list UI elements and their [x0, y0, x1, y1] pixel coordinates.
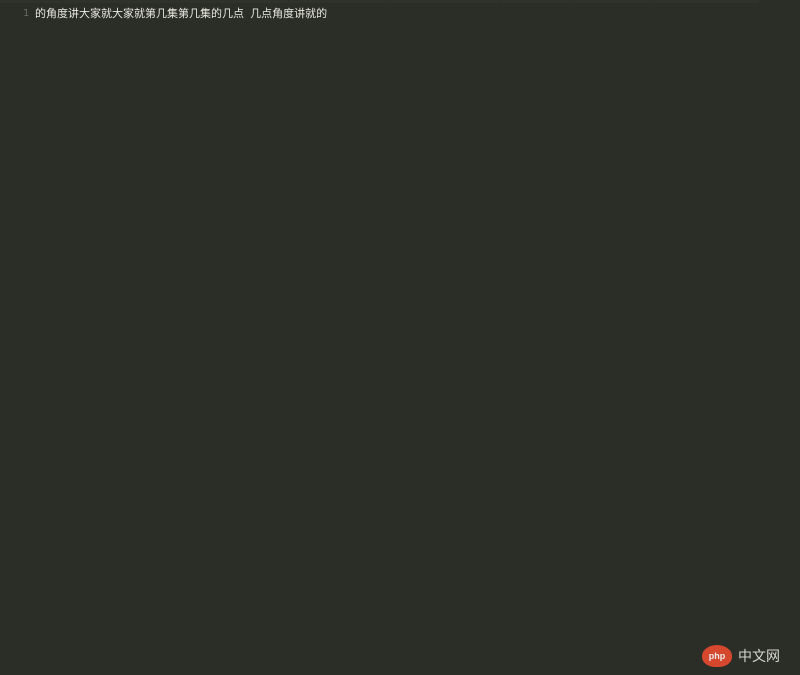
code-line[interactable]: 的角度讲大家就大家就第几集第几集的几点 几点角度讲就的 [35, 6, 800, 22]
code-area[interactable]: 的角度讲大家就大家就第几集第几集的几点 几点角度讲就的 [35, 3, 800, 675]
watermark: php 中文网 [702, 645, 780, 667]
line-number: 1 [0, 6, 29, 22]
watermark-label: 中文网 [738, 646, 780, 666]
editor: 1 的角度讲大家就大家就第几集第几集的几点 几点角度讲就的 [0, 3, 800, 675]
watermark-logo-icon: php [702, 645, 732, 667]
line-number-gutter: 1 [0, 3, 35, 675]
